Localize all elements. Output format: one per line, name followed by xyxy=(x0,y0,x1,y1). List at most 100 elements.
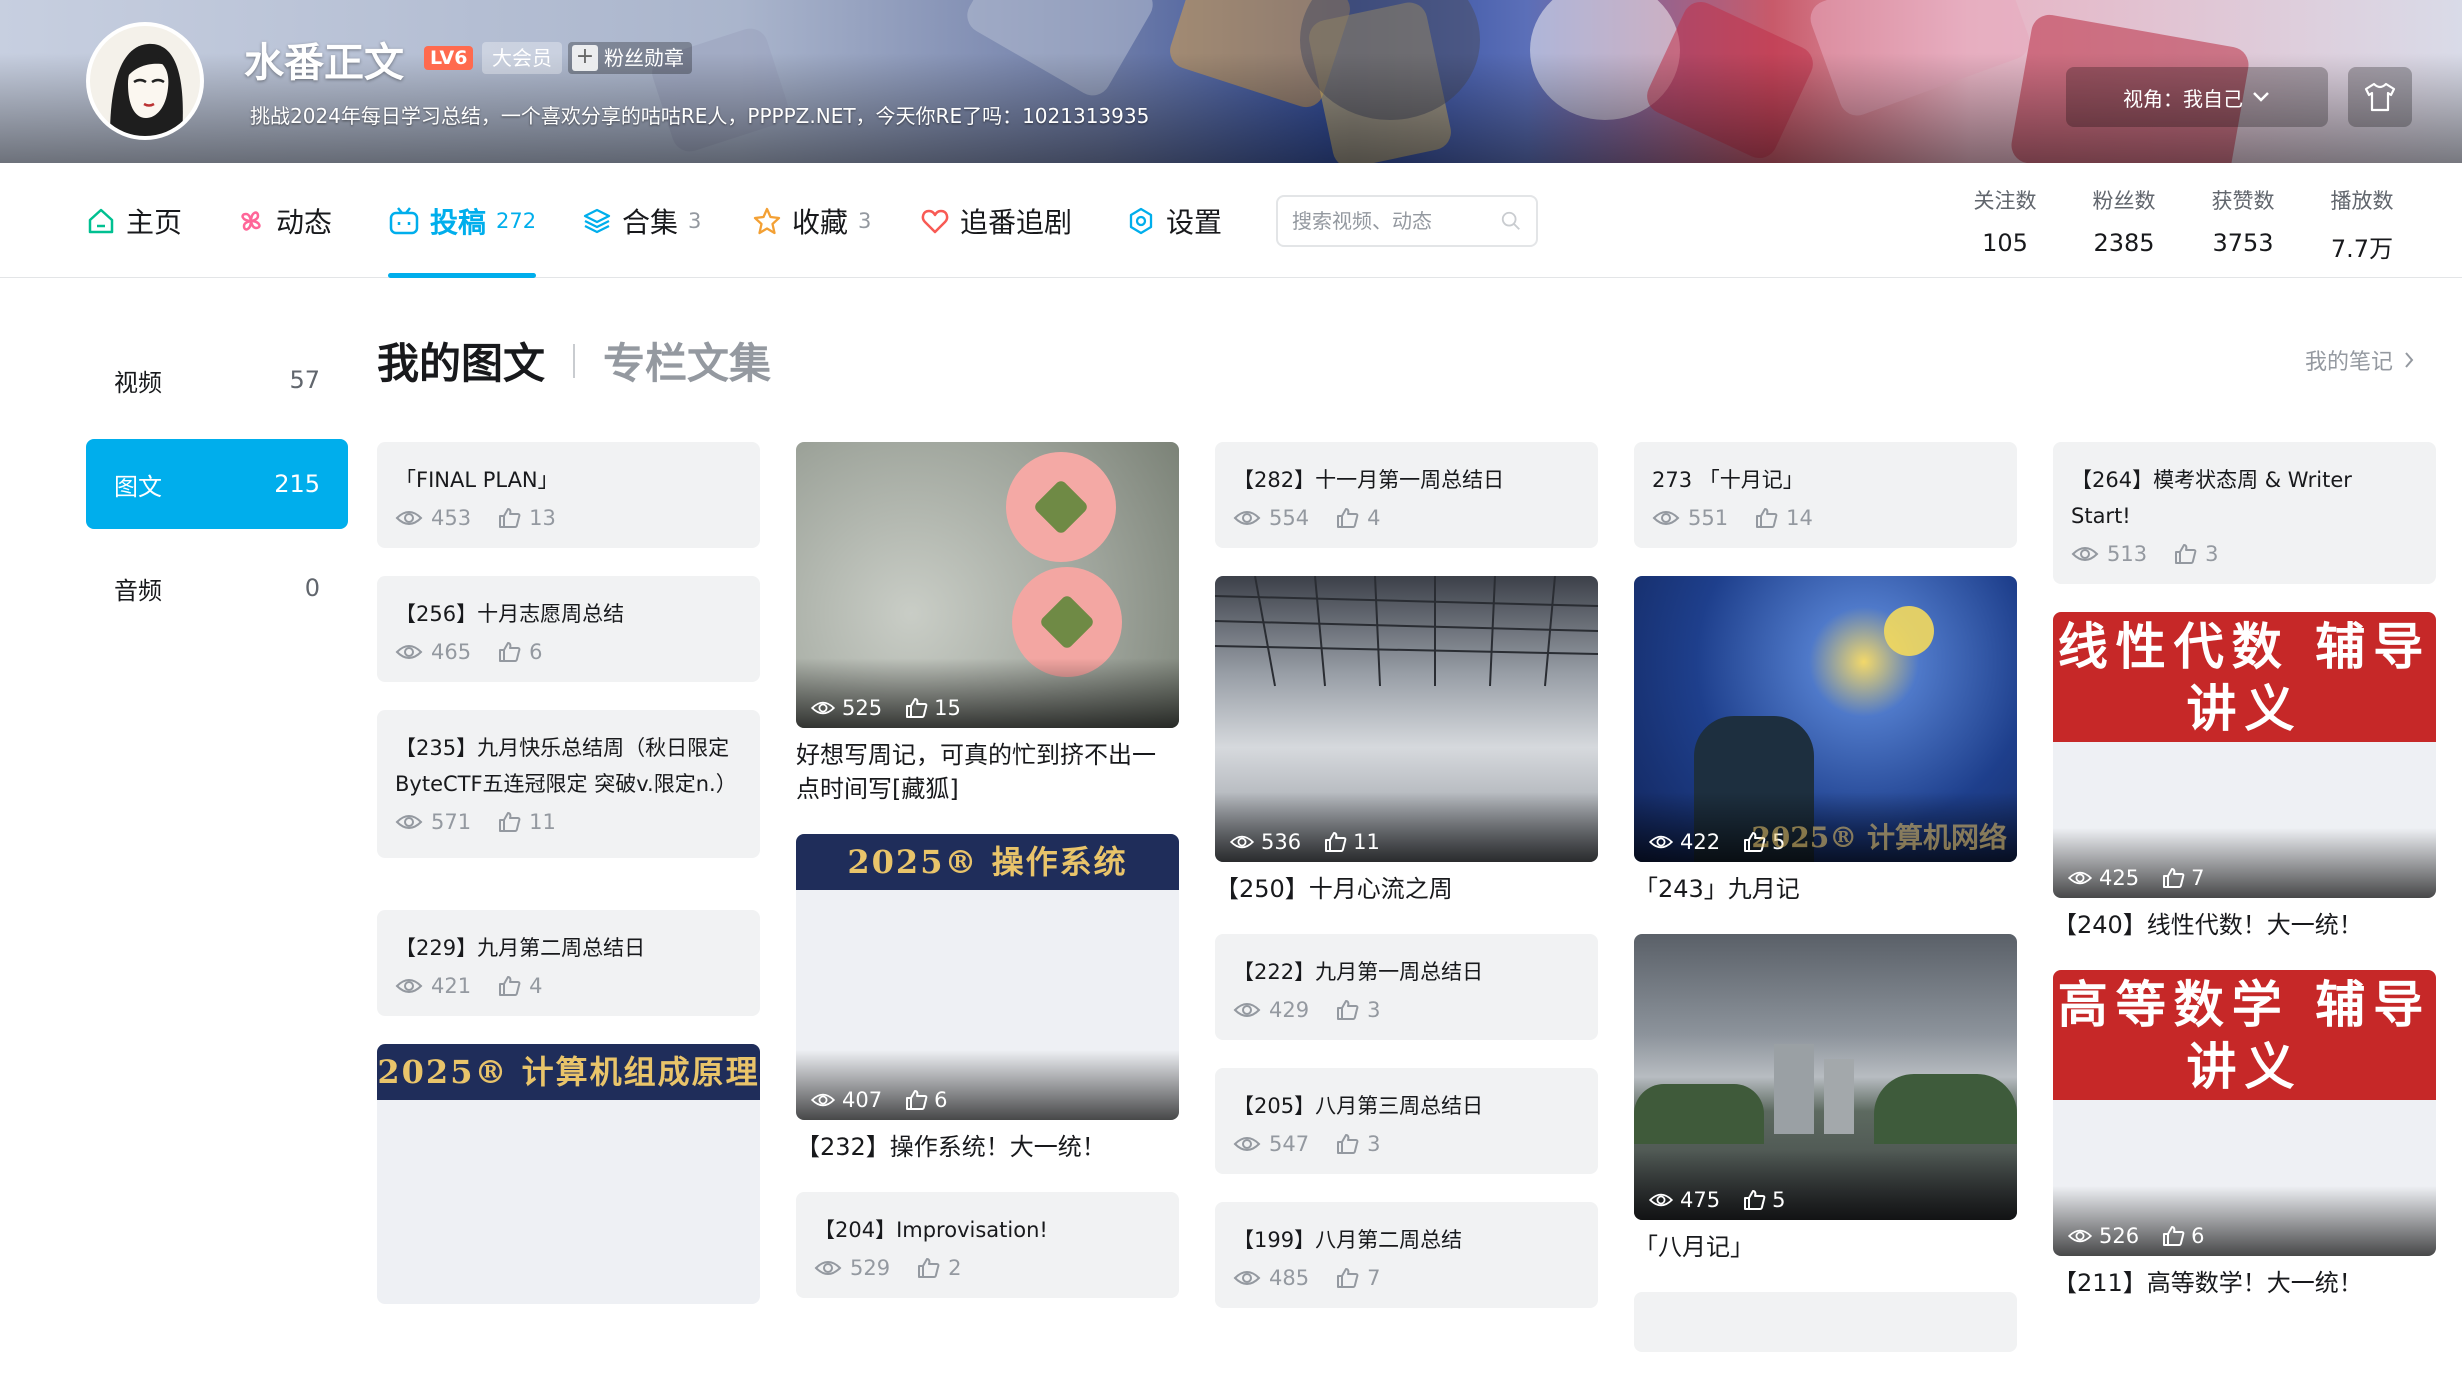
like-count: 15 xyxy=(934,696,961,720)
sidebar-item-article[interactable]: 图文 215 xyxy=(86,439,348,529)
stat-followers[interactable]: 粉丝数 2385 xyxy=(2069,185,2179,257)
cover-banner-text: 2025® 操作系统 xyxy=(796,834,1179,890)
nav-settings-label: 设置 xyxy=(1166,205,1223,239)
article-card[interactable]: 2025® 计算机组成原理 xyxy=(377,1044,760,1304)
article-card-partial[interactable] xyxy=(1634,1292,2017,1352)
nav-bangumi[interactable]: 追番追剧 xyxy=(920,163,1072,278)
sidebar-item-video[interactable]: 视频 57 xyxy=(86,335,348,425)
cover-banner-text: 2025® 计算机组成原理 xyxy=(377,1044,760,1100)
thumbs-up-icon xyxy=(918,1258,940,1278)
article-card[interactable]: 【199】八月第二周总结 485 7 xyxy=(1215,1202,1598,1308)
nav-dynamic-label: 动态 xyxy=(276,205,333,239)
cover-banner-text: 2025® 计算机网络 xyxy=(1751,821,2007,854)
cover-meta: 425 7 xyxy=(2067,866,2204,890)
article-card[interactable]: 【229】九月第二周总结日 421 4 xyxy=(377,910,760,1016)
article-cover: 475 5 xyxy=(1634,934,2017,1220)
username: 水番正文 xyxy=(244,40,404,86)
thumbs-up-icon xyxy=(2163,868,2185,888)
article-title: 【204】Improvisation! xyxy=(814,1218,1048,1242)
cover-meta: 525 15 xyxy=(810,696,961,720)
article-card[interactable]: 273 「十月记」 551 14 xyxy=(1634,442,2017,548)
article-meta: 465 6 xyxy=(395,640,742,664)
tab-my-articles[interactable]: 我的图文 xyxy=(377,330,545,391)
article-card[interactable]: 线性代数 辅导讲义 425 7 【240】线性代数！大一统！ xyxy=(2053,612,2436,942)
sidebar-item-count: 215 xyxy=(274,470,320,498)
nav-collections-label: 合集 xyxy=(622,205,679,239)
nav-uploads[interactable]: 投稿 272 xyxy=(388,163,537,278)
skin-button[interactable] xyxy=(2348,67,2412,127)
article-card[interactable]: 【205】八月第三周总结日 547 3 xyxy=(1215,1068,1598,1174)
thumbs-up-icon xyxy=(1337,1268,1359,1288)
article-card[interactable]: 2025® 操作系统 407 6 【232】操作系统！大一统！ xyxy=(796,834,1179,1164)
fans-badge-label: 粉丝勋章 xyxy=(604,46,684,70)
view-perspective-select[interactable]: 视角：我自己 xyxy=(2066,67,2328,127)
view-count: 513 xyxy=(2107,542,2148,566)
search-icon[interactable] xyxy=(1500,209,1522,233)
eye-icon xyxy=(810,701,836,715)
article-card[interactable]: 「FINAL PLAN」 453 13 xyxy=(377,442,760,548)
thumbs-up-icon xyxy=(1337,508,1359,528)
article-meta: 485 7 xyxy=(1233,1266,1580,1290)
article-card[interactable]: 422 5 2025® 计算机网络 「243」九月记 xyxy=(1634,576,2017,906)
article-meta: 529 2 xyxy=(814,1256,1161,1280)
thumbs-up-icon xyxy=(2163,1226,2185,1246)
view-perspective-label: 视角：我自己 xyxy=(2123,86,2243,111)
article-card[interactable]: 475 5 「八月记」 xyxy=(1634,934,2017,1264)
avatar-portrait-icon xyxy=(90,26,200,136)
eye-icon xyxy=(1233,1003,1261,1017)
my-notes-link[interactable]: 我的笔记 xyxy=(2305,344,2415,376)
like-stat: 2 xyxy=(916,1256,961,1280)
nav-settings[interactable]: 设置 xyxy=(1126,163,1222,278)
article-title: 【250】十月心流之周 xyxy=(1215,875,1453,903)
tab-column-collections[interactable]: 专栏文集 xyxy=(603,330,771,391)
search-input[interactable] xyxy=(1292,209,1492,233)
article-card[interactable]: 【235】九月快乐总结周（秋日限定ByteCTF五连冠限定 突破v.限定n.） … xyxy=(377,710,760,858)
nav-home[interactable]: 主页 xyxy=(86,163,182,278)
search-box[interactable] xyxy=(1276,195,1538,247)
stat-plays-value: 7.7万 xyxy=(2330,235,2394,263)
article-title: 【235】九月快乐总结周（秋日限定ByteCTF五连冠限定 突破v.限定n.） xyxy=(395,736,737,796)
article-card[interactable]: 【256】十月志愿周总结 465 6 xyxy=(377,576,760,682)
article-card[interactable]: 【222】九月第一周总结日 429 3 xyxy=(1215,934,1598,1040)
cover-banner-text: 高等数学 辅导讲义 xyxy=(2053,970,2436,1100)
like-stat: 3 xyxy=(1335,998,1380,1022)
nav-favorites-label: 收藏 xyxy=(792,205,849,239)
view-count: 526 xyxy=(2099,1224,2140,1248)
nav-favorites-count: 3 xyxy=(858,208,872,233)
vip-badge[interactable]: 大会员 xyxy=(482,42,562,74)
nav-collections[interactable]: 合集 3 xyxy=(582,163,701,278)
sidebar-item-audio[interactable]: 音频 0 xyxy=(86,543,348,633)
article-title: 【240】线性代数！大一统！ xyxy=(2053,911,2363,939)
article-column: 「FINAL PLAN」 453 13 【256】十月志愿周总结 465 6 【… xyxy=(377,442,760,1332)
view-count: 547 xyxy=(1269,1132,1310,1156)
article-card[interactable]: 【204】Improvisation! 529 2 xyxy=(796,1192,1179,1298)
layers-icon xyxy=(583,208,611,233)
article-card[interactable]: 高等数学 辅导讲义 526 6 【211】高等数学！大一统！ xyxy=(2053,970,2436,1300)
nav-dynamic[interactable]: 动态 xyxy=(236,163,332,278)
article-title: 好想写周记，可真的忙到挤不出一点时间写[藏狐] xyxy=(796,741,1156,803)
article-title: 【232】操作系统！大一统！ xyxy=(796,1133,1106,1161)
article-card[interactable]: 【282】十一月第一周总结日 554 4 xyxy=(1215,442,1598,548)
article-title: 【205】八月第三周总结日 xyxy=(1233,1094,1484,1118)
like-stat: 4 xyxy=(1335,506,1380,530)
stat-following[interactable]: 关注数 105 xyxy=(1950,185,2060,257)
eye-icon xyxy=(810,1093,836,1107)
view-count: 554 xyxy=(1269,506,1310,530)
avatar[interactable] xyxy=(86,22,204,140)
nav-favorites[interactable]: 收藏 3 xyxy=(752,163,871,278)
shirt-icon xyxy=(2364,82,2396,112)
fans-badge-button[interactable]: + 粉丝勋章 xyxy=(568,42,692,74)
eye-icon xyxy=(2067,871,2093,885)
article-card[interactable]: 536 11 【250】十月心流之周 xyxy=(1215,576,1598,906)
pinwheel-icon xyxy=(241,210,261,231)
article-card[interactable]: 【264】模考状态周 & Writer Start! 513 3 xyxy=(2053,442,2436,584)
article-card[interactable]: 525 15 好想写周记，可真的忙到挤不出一点时间写[藏狐] xyxy=(796,442,1179,806)
like-count: 14 xyxy=(1786,506,1813,530)
article-cover: 线性代数 辅导讲义 425 7 xyxy=(2053,612,2436,898)
eye-icon xyxy=(2071,547,2099,561)
sidebar-item-label: 图文 xyxy=(114,472,162,501)
signature[interactable]: 挑战2024年每日学习总结，一个喜欢分享的咕咕RE人，PPPPZ.NET，今天你… xyxy=(250,100,1149,129)
like-count: 4 xyxy=(529,974,543,998)
article-meta: 513 3 xyxy=(2071,542,2418,566)
like-count: 6 xyxy=(2191,1224,2205,1248)
